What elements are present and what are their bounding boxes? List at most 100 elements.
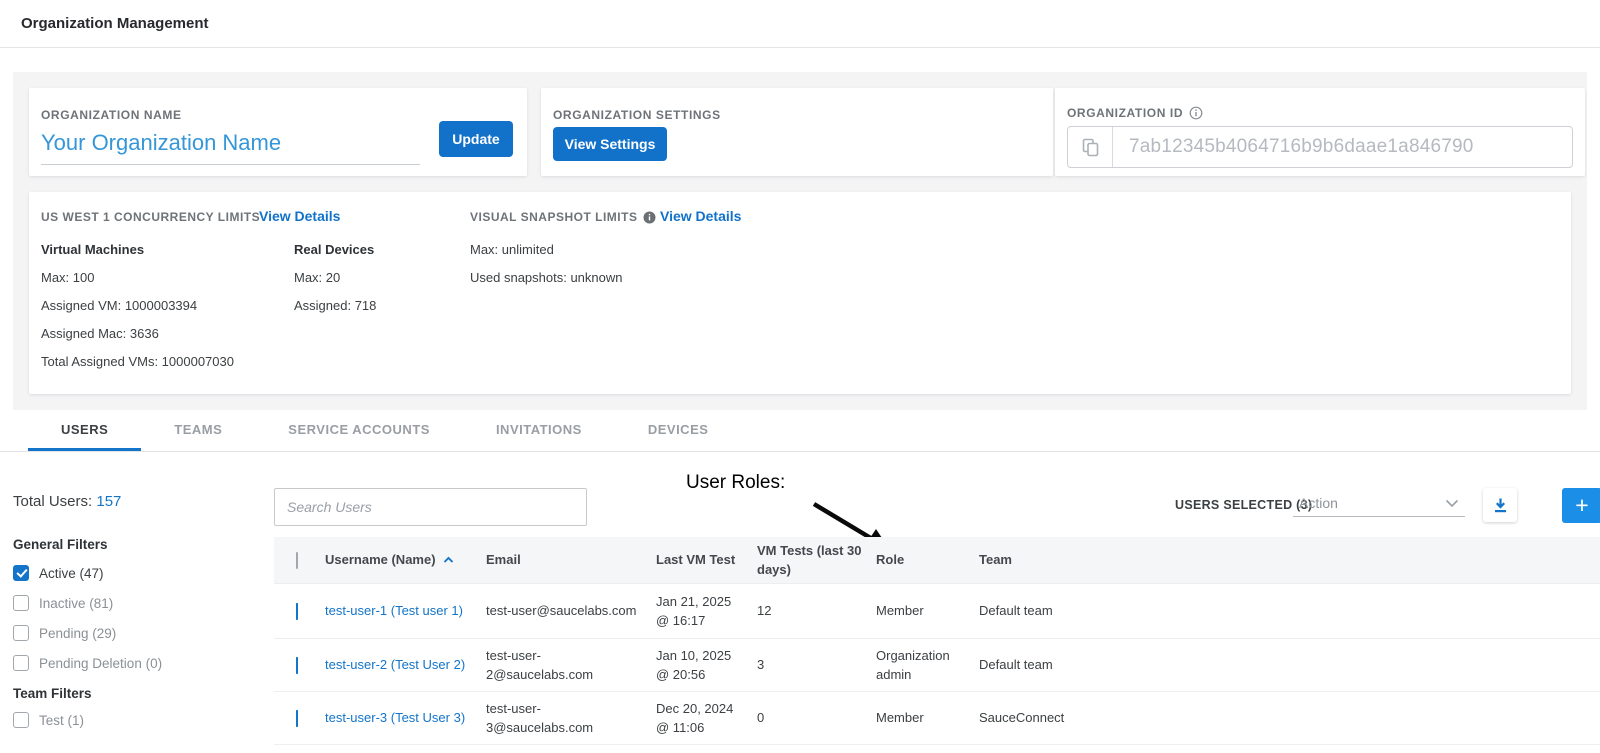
filter-inactive-81: Inactive (81) [13,595,113,611]
vm-assigned-mac: Assigned Mac: 3636 [41,326,234,341]
row-checkbox[interactable] [296,603,298,620]
users-table: Username (Name) Email Last VM Test VM Te… [274,537,1600,745]
header-email[interactable]: Email [486,550,656,570]
table-row: test-user-3 (Test User 3) test-user-3@sau… [274,691,1600,745]
row-checkbox[interactable] [296,657,298,674]
cell-email: test-user-2@saucelabs.com [486,646,656,685]
checkbox[interactable] [13,712,29,728]
users-selected-label: USERS SELECTED (3) [1175,498,1312,512]
tab-devices[interactable]: DEVICES [615,410,742,451]
select-all-checkbox[interactable] [296,552,298,569]
filter-test-1: Test (1) [13,712,84,728]
team-filters-title: Team Filters [13,686,92,701]
cell-team: SauceConnect [979,708,1600,728]
page-title: Organization Management [21,0,209,47]
username-link[interactable]: test-user-2 (Test User 2) [325,657,465,672]
action-dropdown[interactable]: Action [1293,490,1465,517]
table-row: test-user-2 (Test User 2) test-user-2@sau… [274,638,1600,691]
cell-vm-tests: 12 [757,601,876,621]
virtual-machines-title: Virtual Machines [41,242,234,257]
filter-label: Test (1) [39,713,84,728]
virtual-machines-column: Virtual Machines Max: 100 Assigned VM: 1… [41,242,234,382]
username-link[interactable]: test-user-3 (Test User 3) [325,710,465,725]
real-devices-column: Real Devices Max: 20 Assigned: 718 [294,242,376,326]
organization-name-input[interactable]: Your Organization Name [41,130,420,165]
cell-username: test-user-3 (Test User 3) [325,708,486,728]
vm-assigned-vm: Assigned VM: 1000003394 [41,298,234,313]
update-button[interactable]: Update [439,121,513,157]
users-table-body: test-user-1 (Test user 1) test-user@sauce… [274,583,1600,745]
users-table-header: Username (Name) Email Last VM Test VM Te… [274,537,1600,583]
copy-icon[interactable] [1068,127,1113,167]
cell-last-vm-test: Jan 21, 2025 @ 16:17 [656,592,757,631]
cell-role: Member [876,601,979,621]
add-user-button[interactable]: + [1562,488,1600,523]
view-settings-button[interactable]: View Settings [553,127,667,161]
table-row: test-user-1 (Test user 1) test-user@sauce… [274,583,1600,638]
info-outline-icon[interactable] [1189,106,1203,120]
total-users-label: Total Users: [13,493,92,510]
cell-email: test-user-3@saucelabs.com [486,699,656,738]
organization-id-label: ORGANIZATION ID [1067,106,1183,120]
concurrency-limits-label: US WEST 1 CONCURRENCY LIMITS [41,210,260,224]
snapshot-used: Used snapshots: unknown [470,270,622,285]
download-icon [1492,497,1509,514]
concurrency-view-details-link[interactable]: View Details [259,208,340,224]
organization-id-field: 7ab12345b4064716b9b6daae1a846790 [1067,126,1573,168]
chevron-down-icon [1445,499,1465,508]
snapshot-view-details-link[interactable]: View Details [660,208,741,224]
checkbox[interactable] [13,565,29,581]
header-team[interactable]: Team [979,550,1600,570]
tab-users[interactable]: USERS [28,410,141,451]
cell-email: test-user@saucelabs.com [486,601,656,621]
annotation-user-roles: User Roles: [686,472,785,494]
organization-id-card: ORGANIZATION ID 7ab12345b4064716b9b6daae… [1055,88,1585,176]
header-vm-tests[interactable]: VM Tests (last 30 days) [757,541,876,580]
filter-label: Inactive (81) [39,596,113,611]
organization-id-value: 7ab12345b4064716b9b6daae1a846790 [1113,136,1474,158]
tab-invitations[interactable]: INVITATIONS [463,410,615,451]
tab-service-accounts[interactable]: SERVICE ACCOUNTS [255,410,463,451]
cell-role: Organization admin [876,646,979,685]
general-filters-title: General Filters [13,537,108,552]
cell-username: test-user-1 (Test user 1) [325,601,486,621]
chevron-up-icon[interactable] [443,556,454,564]
organization-name-label: ORGANIZATION NAME [41,108,182,122]
username-link[interactable]: test-user-1 (Test user 1) [325,603,463,618]
snapshot-column: Max: unlimited Used snapshots: unknown [470,242,622,298]
filter-label: Pending (29) [39,626,116,641]
tabs-bar: USERSTEAMSSERVICE ACCOUNTSINVITATIONSDEV… [0,410,1600,452]
checkbox[interactable] [13,595,29,611]
download-users-button[interactable] [1483,488,1517,522]
filter-label: Active (47) [39,566,104,581]
header-last-vm-test[interactable]: Last VM Test [656,550,757,570]
header-role[interactable]: Role [876,550,979,570]
checkbox[interactable] [13,655,29,671]
cell-username: test-user-2 (Test User 2) [325,655,486,675]
row-checkbox[interactable] [296,710,298,727]
cell-team: Default team [979,655,1600,675]
filter-pending-29: Pending (29) [13,625,116,641]
limits-card: US WEST 1 CONCURRENCY LIMITS View Detail… [29,192,1571,394]
cell-team: Default team [979,601,1600,621]
filter-pending-deletion-0: Pending Deletion (0) [13,655,162,671]
cell-last-vm-test: Jan 10, 2025 @ 20:56 [656,646,757,685]
search-input[interactable] [274,488,587,526]
total-users-count-link[interactable]: 157 [96,493,121,510]
rd-assigned: Assigned: 718 [294,298,376,313]
header-username[interactable]: Username (Name) [325,550,436,570]
vm-total-assigned: Total Assigned VMs: 1000007030 [41,354,234,369]
filter-active-47: Active (47) [13,565,104,581]
cell-last-vm-test: Dec 20, 2024 @ 11:06 [656,699,757,738]
organization-name-card: ORGANIZATION NAME Your Organization Name… [29,88,527,176]
org-summary-panel: ORGANIZATION NAME Your Organization Name… [13,72,1587,410]
vm-max: Max: 100 [41,270,234,285]
action-dropdown-value: Action [1293,495,1338,511]
cell-vm-tests: 0 [757,708,876,728]
tab-teams[interactable]: TEAMS [141,410,255,451]
tabs: USERSTEAMSSERVICE ACCOUNTSINVITATIONSDEV… [28,410,741,451]
info-filled-icon[interactable] [643,211,656,224]
organization-settings-card: ORGANIZATION SETTINGS View Settings [541,88,1053,176]
checkbox[interactable] [13,625,29,641]
organization-settings-label: ORGANIZATION SETTINGS [553,108,721,122]
